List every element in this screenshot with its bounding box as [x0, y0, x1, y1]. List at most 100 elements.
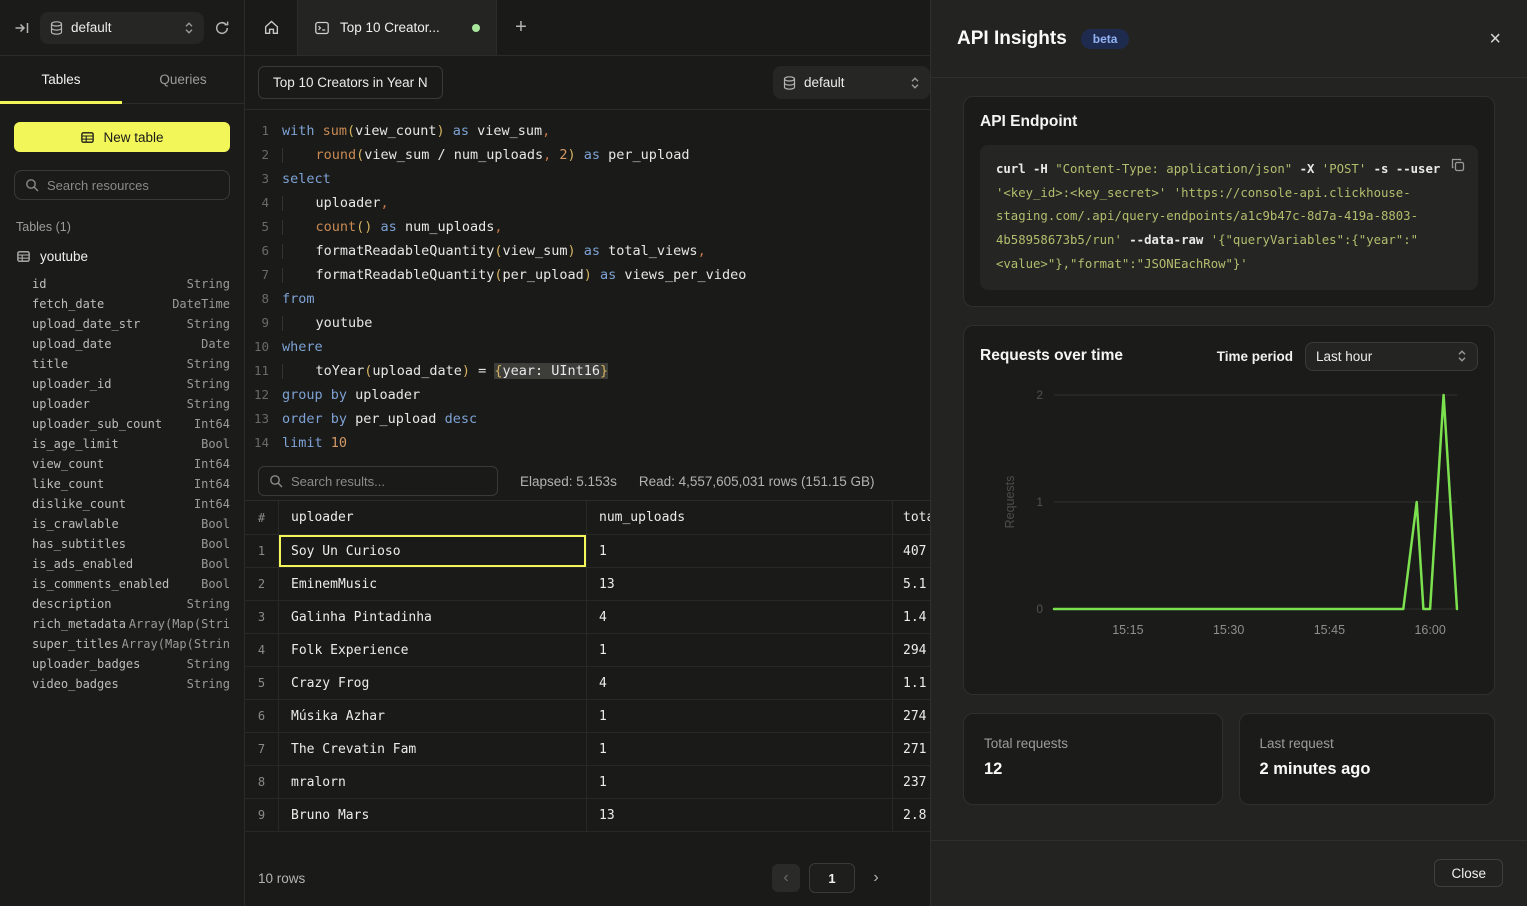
table-row[interactable]: 9Bruno Mars132.8 [245, 799, 930, 832]
cell-num-uploads[interactable]: 13 [587, 799, 893, 831]
table-row[interactable]: 7The Crevatin Fam1271 [245, 733, 930, 766]
cell-num-uploads[interactable]: 4 [587, 601, 893, 633]
cell-uploader[interactable]: Bruno Mars [279, 799, 587, 831]
cell-total-views[interactable]: 274 [893, 700, 930, 732]
token: from [282, 291, 315, 307]
new-table-button[interactable]: New table [14, 122, 230, 152]
column-row[interactable]: uploader_badgesString [0, 654, 244, 674]
cell-num-uploads[interactable]: 1 [587, 733, 893, 765]
cell-uploader[interactable]: mralorn [279, 766, 587, 798]
column-row[interactable]: descriptionString [0, 594, 244, 614]
column-row[interactable]: upload_dateDate [0, 334, 244, 354]
results-search[interactable] [258, 466, 498, 496]
column-row[interactable]: uploaderString [0, 394, 244, 414]
column-row[interactable]: is_crawlableBool [0, 514, 244, 534]
page-next-button[interactable]: › [864, 864, 888, 892]
home-icon [263, 19, 280, 36]
token: formatReadableQuantity [283, 243, 494, 259]
query-database-selector[interactable]: default [773, 66, 930, 99]
code-text: from [282, 287, 315, 311]
column-row[interactable]: super_titlesArray(Map(Strin [0, 634, 244, 654]
cell-num-uploads[interactable]: 13 [587, 568, 893, 600]
sidebar-search[interactable] [14, 170, 230, 200]
new-tab-button[interactable]: + [497, 0, 545, 55]
cell-uploader[interactable]: Crazy Frog [279, 667, 587, 699]
cell-total-views[interactable]: 1.1 [893, 667, 930, 699]
cell-total-views[interactable]: 2.8 [893, 799, 930, 831]
line-number: 10 [245, 335, 282, 359]
column-row[interactable]: is_ads_enabledBool [0, 554, 244, 574]
column-name: id [32, 277, 46, 291]
column-row[interactable]: is_age_limitBool [0, 434, 244, 454]
cell-num-uploads[interactable]: 4 [587, 667, 893, 699]
cell-total-views[interactable]: 237 [893, 766, 930, 798]
database-icon [50, 21, 63, 35]
sql-editor[interactable]: 1with sum(view_count) as view_sum,2 roun… [245, 110, 930, 462]
table-row[interactable]: 1Soy Un Curioso1407 [245, 535, 930, 568]
home-button[interactable] [245, 0, 297, 55]
column-row[interactable]: uploader_sub_countInt64 [0, 414, 244, 434]
tab-tables[interactable]: Tables [0, 56, 122, 103]
table-row[interactable]: 4Folk Experience1294 [245, 634, 930, 667]
cell-total-views[interactable]: 407 [893, 535, 930, 567]
column-row[interactable]: upload_date_strString [0, 314, 244, 334]
query-title[interactable]: Top 10 Creators in Year N [258, 66, 443, 99]
table-row[interactable]: 3Galinha Pintadinha41.4 [245, 601, 930, 634]
table-row[interactable]: 8mralorn1237 [245, 766, 930, 799]
query-tab[interactable]: Top 10 Creator... [297, 0, 497, 55]
curl-token [1203, 233, 1210, 247]
cell-total-views[interactable]: 294 [893, 634, 930, 666]
column-row[interactable]: id String [0, 274, 244, 294]
page-prev-button[interactable]: ‹ [772, 864, 800, 892]
collapse-sidebar-icon[interactable] [14, 20, 30, 36]
table-row[interactable]: 6Músika Azhar1274 [245, 700, 930, 733]
cell-total-views[interactable]: 271 [893, 733, 930, 765]
column-row[interactable]: video_badgesString [0, 674, 244, 694]
token: where [282, 339, 323, 355]
row-count: 10 rows [258, 871, 305, 886]
token: round [316, 147, 357, 163]
column-row[interactable]: dislike_countInt64 [0, 494, 244, 514]
column-row[interactable]: is_comments_enabledBool [0, 574, 244, 594]
column-type: Bool [201, 577, 230, 591]
header-num-uploads[interactable]: num_uploads [587, 501, 893, 534]
cell-num-uploads[interactable]: 1 [587, 535, 893, 567]
column-row[interactable]: titleString [0, 354, 244, 374]
column-row[interactable]: rich_metadataArray(Map(Stri [0, 614, 244, 634]
column-row[interactable]: fetch_dateDateTime [0, 294, 244, 314]
column-row[interactable]: like_countInt64 [0, 474, 244, 494]
table-row[interactable]: 5Crazy Frog41.1 [245, 667, 930, 700]
table-item-youtube[interactable]: youtube [0, 242, 244, 270]
cell-total-views[interactable]: 1.4 [893, 601, 930, 633]
cell-uploader[interactable]: EminemMusic [279, 568, 587, 600]
cell-uploader[interactable]: Galinha Pintadinha [279, 601, 587, 633]
column-type: String [187, 277, 230, 291]
cell-uploader[interactable]: Músika Azhar [279, 700, 587, 732]
cell-uploader[interactable]: Soy Un Curioso [279, 535, 587, 567]
sidebar-search-input[interactable] [47, 178, 223, 193]
close-icon[interactable]: × [1489, 29, 1501, 49]
elapsed-time: Elapsed: 5.153s [520, 474, 617, 489]
cell-uploader[interactable]: The Crevatin Fam [279, 733, 587, 765]
cell-num-uploads[interactable]: 1 [587, 766, 893, 798]
cell-total-views[interactable]: 5.1 [893, 568, 930, 600]
refresh-icon[interactable] [214, 20, 230, 36]
cell-uploader[interactable]: Folk Experience [279, 634, 587, 666]
time-period-select[interactable]: Last hour [1305, 342, 1478, 371]
token: toYear [283, 363, 364, 379]
database-selector[interactable]: default [40, 12, 204, 44]
column-row[interactable]: uploader_idString [0, 374, 244, 394]
code-text: where [282, 335, 323, 359]
results-search-input[interactable] [291, 474, 487, 489]
column-row[interactable]: view_countInt64 [0, 454, 244, 474]
header-uploader[interactable]: uploader [279, 501, 587, 534]
cell-num-uploads[interactable]: 1 [587, 634, 893, 666]
tab-queries[interactable]: Queries [122, 56, 244, 103]
close-button[interactable]: Close [1434, 859, 1503, 887]
table-row[interactable]: 2EminemMusic135.1 [245, 568, 930, 601]
column-row[interactable]: has_subtitlesBool [0, 534, 244, 554]
cell-num-uploads[interactable]: 1 [587, 700, 893, 732]
copy-icon[interactable] [1450, 157, 1466, 173]
header-total-views[interactable]: total_views [893, 501, 930, 534]
page-number[interactable]: 1 [809, 863, 855, 893]
